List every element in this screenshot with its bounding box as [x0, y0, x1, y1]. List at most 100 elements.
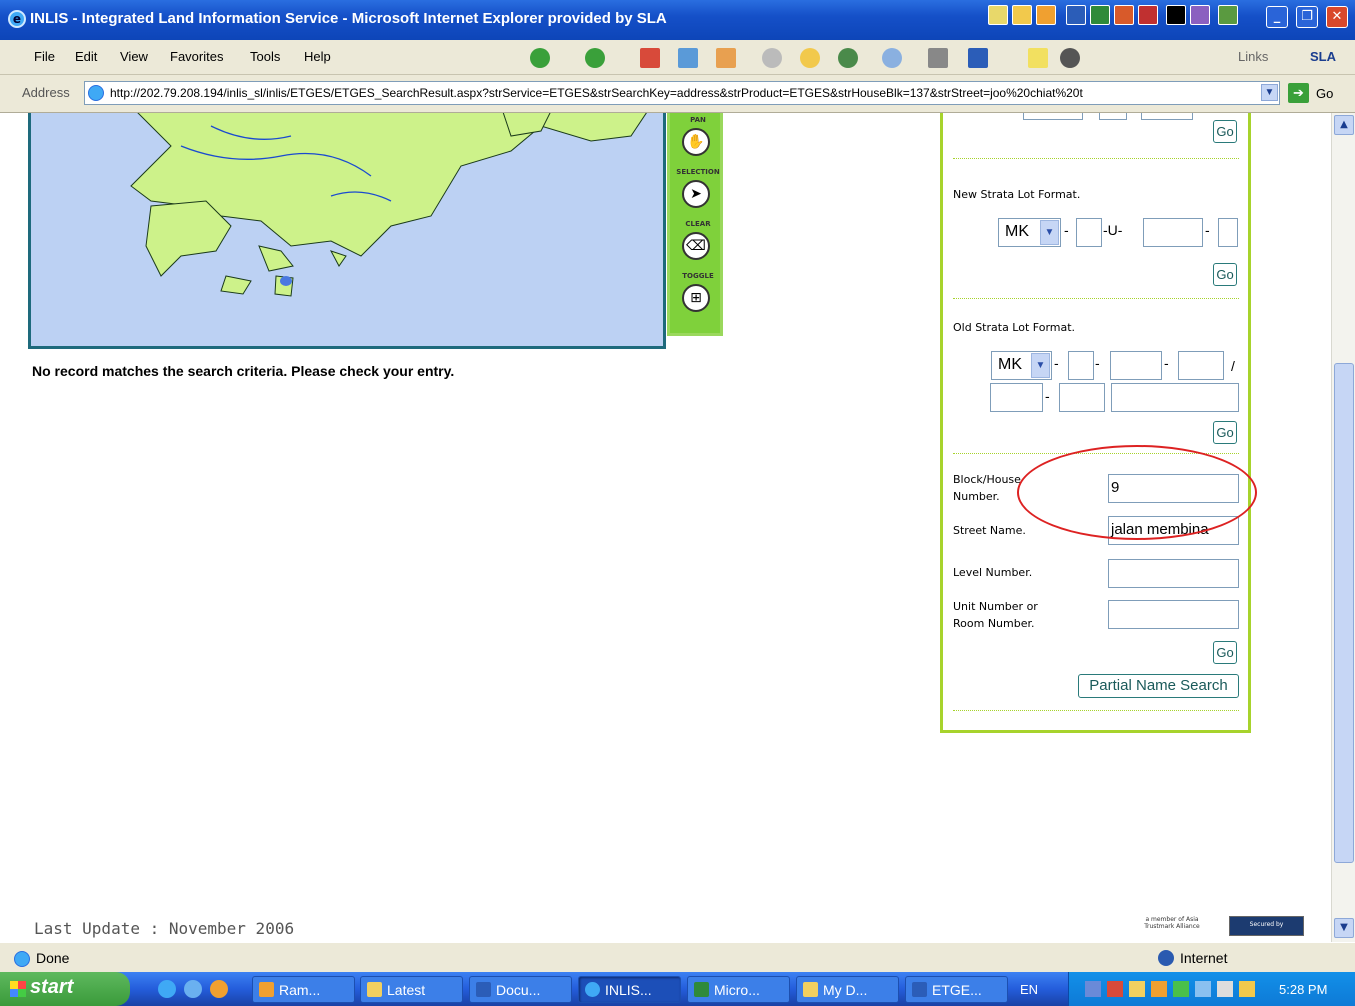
- go-button[interactable]: Go: [1213, 641, 1237, 664]
- go-button[interactable]: Go: [1213, 263, 1237, 286]
- tray-icon[interactable]: [1195, 981, 1211, 997]
- secured-badge[interactable]: Secured by: [1229, 916, 1304, 936]
- old-strata-lot-input[interactable]: [1068, 351, 1094, 380]
- app-icon[interactable]: [1012, 5, 1032, 25]
- go-arrow-icon[interactable]: ➔: [1288, 83, 1309, 103]
- level-number-input[interactable]: [1108, 559, 1239, 588]
- last-update: Last Update : November 2006: [34, 919, 295, 938]
- edit-word-icon[interactable]: [968, 48, 988, 68]
- selection-arrow-icon[interactable]: ➤: [682, 180, 710, 208]
- new-strata-check-input[interactable]: [1218, 218, 1238, 247]
- tool-label: SELECTION: [676, 168, 720, 176]
- task-latest[interactable]: Latest: [360, 976, 463, 1003]
- unit-number-input[interactable]: [1108, 600, 1239, 629]
- menu-file[interactable]: File: [34, 49, 55, 64]
- vertical-scrollbar[interactable]: ▲ ▼: [1331, 113, 1355, 942]
- app-icon[interactable]: [1166, 5, 1186, 25]
- scroll-up-icon[interactable]: ▲: [1334, 115, 1354, 135]
- search-icon[interactable]: [762, 48, 782, 68]
- dash: -: [1095, 355, 1100, 371]
- task-etge[interactable]: ETGE...: [905, 976, 1008, 1003]
- old-strata-part-input[interactable]: [1178, 351, 1224, 380]
- go-button[interactable]: Go: [1213, 120, 1237, 143]
- tray-icon[interactable]: [1107, 981, 1123, 997]
- tray-icon[interactable]: [1217, 981, 1233, 997]
- stop-icon[interactable]: [640, 48, 660, 68]
- tool-label: PAN: [690, 116, 706, 124]
- app-icon[interactable]: [1190, 5, 1210, 25]
- task-micro[interactable]: Micro...: [687, 976, 790, 1003]
- excel-icon[interactable]: [1090, 5, 1110, 25]
- print-icon[interactable]: [928, 48, 948, 68]
- tray-icon[interactable]: [1173, 981, 1189, 997]
- ie-quicklaunch-icon[interactable]: [158, 980, 176, 998]
- new-strata-mk-select[interactable]: MK ▼: [998, 218, 1061, 247]
- go-button[interactable]: Go: [1213, 421, 1237, 444]
- old-strata-part-input[interactable]: [1111, 383, 1239, 412]
- tray-icon[interactable]: [1085, 981, 1101, 997]
- app-icon[interactable]: [1218, 5, 1238, 25]
- map[interactable]: [28, 113, 666, 349]
- forward-icon[interactable]: [585, 48, 605, 68]
- app-icon[interactable]: [988, 5, 1008, 25]
- restore-button[interactable]: ❐: [1296, 6, 1318, 28]
- menu-view[interactable]: View: [120, 49, 148, 64]
- menu-help[interactable]: Help: [304, 49, 331, 64]
- minimize-button[interactable]: _: [1266, 6, 1288, 28]
- scroll-thumb[interactable]: [1334, 363, 1354, 863]
- address-dropdown[interactable]: ▼: [1261, 84, 1278, 101]
- start-button[interactable]: start: [0, 972, 130, 1006]
- trustmark-badge[interactable]: a member of Asia Trustmark Alliance: [1132, 916, 1212, 932]
- messenger-icon[interactable]: [1060, 48, 1080, 68]
- task-mydocs[interactable]: My D...: [796, 976, 899, 1003]
- word-icon[interactable]: [1066, 5, 1086, 25]
- new-strata-lot-input[interactable]: [1076, 218, 1102, 247]
- refresh-icon[interactable]: [678, 48, 698, 68]
- back-icon[interactable]: [530, 48, 550, 68]
- title-bar: e INLIS - Integrated Land Information Se…: [0, 0, 1355, 40]
- menu-edit[interactable]: Edit: [75, 49, 97, 64]
- clear-eraser-icon[interactable]: ⌫: [682, 232, 710, 260]
- mail-icon[interactable]: [882, 48, 902, 68]
- old-strata-mk-select[interactable]: MK ▼: [991, 351, 1052, 380]
- old-strata-part-input[interactable]: [990, 383, 1043, 412]
- partial-name-search-button[interactable]: Partial Name Search: [1078, 674, 1239, 698]
- history-icon[interactable]: [838, 48, 858, 68]
- app-icon[interactable]: [1036, 5, 1056, 25]
- slash: /: [1231, 358, 1235, 374]
- pan-hand-icon[interactable]: ✋: [682, 128, 710, 156]
- partial-field[interactable]: [1099, 113, 1127, 120]
- close-button[interactable]: ✕: [1326, 6, 1348, 28]
- go-button[interactable]: Go: [1316, 86, 1333, 101]
- address-input[interactable]: http://202.79.208.194/inlis_sl/inlis/ETG…: [84, 81, 1280, 105]
- clock[interactable]: 5:28 PM: [1279, 982, 1327, 997]
- desktop-quicklaunch-icon[interactable]: [184, 980, 202, 998]
- old-strata-part-input[interactable]: [1110, 351, 1162, 380]
- powerpoint-icon[interactable]: [1114, 5, 1134, 25]
- old-strata-part-input[interactable]: [1059, 383, 1105, 412]
- menu-favorites[interactable]: Favorites: [170, 49, 223, 64]
- dash: -: [1064, 222, 1069, 238]
- menu-tools[interactable]: Tools: [250, 49, 280, 64]
- media-quicklaunch-icon[interactable]: [210, 980, 228, 998]
- scroll-down-icon[interactable]: ▼: [1334, 918, 1354, 938]
- language-indicator[interactable]: EN: [1020, 982, 1038, 997]
- task-ram[interactable]: Ram...: [252, 976, 355, 1003]
- favorites-icon[interactable]: [800, 48, 820, 68]
- home-icon[interactable]: [716, 48, 736, 68]
- new-strata-number-input[interactable]: [1143, 218, 1203, 247]
- partial-field[interactable]: [1023, 113, 1083, 120]
- tray-icon[interactable]: [1151, 981, 1167, 997]
- tray-icon[interactable]: [1239, 981, 1255, 997]
- acrobat-icon[interactable]: [1138, 5, 1158, 25]
- tray-icon[interactable]: [1129, 981, 1145, 997]
- discuss-icon[interactable]: [1028, 48, 1048, 68]
- sla-brand[interactable]: SLA: [1310, 49, 1336, 64]
- task-label: INLIS...: [605, 982, 652, 998]
- partial-field[interactable]: [1141, 113, 1193, 120]
- toggle-icon[interactable]: ⊞: [682, 284, 710, 312]
- task-inlis[interactable]: INLIS...: [578, 976, 681, 1003]
- folder-icon: [367, 982, 382, 997]
- links-label[interactable]: Links: [1238, 49, 1268, 64]
- task-docu[interactable]: Docu...: [469, 976, 572, 1003]
